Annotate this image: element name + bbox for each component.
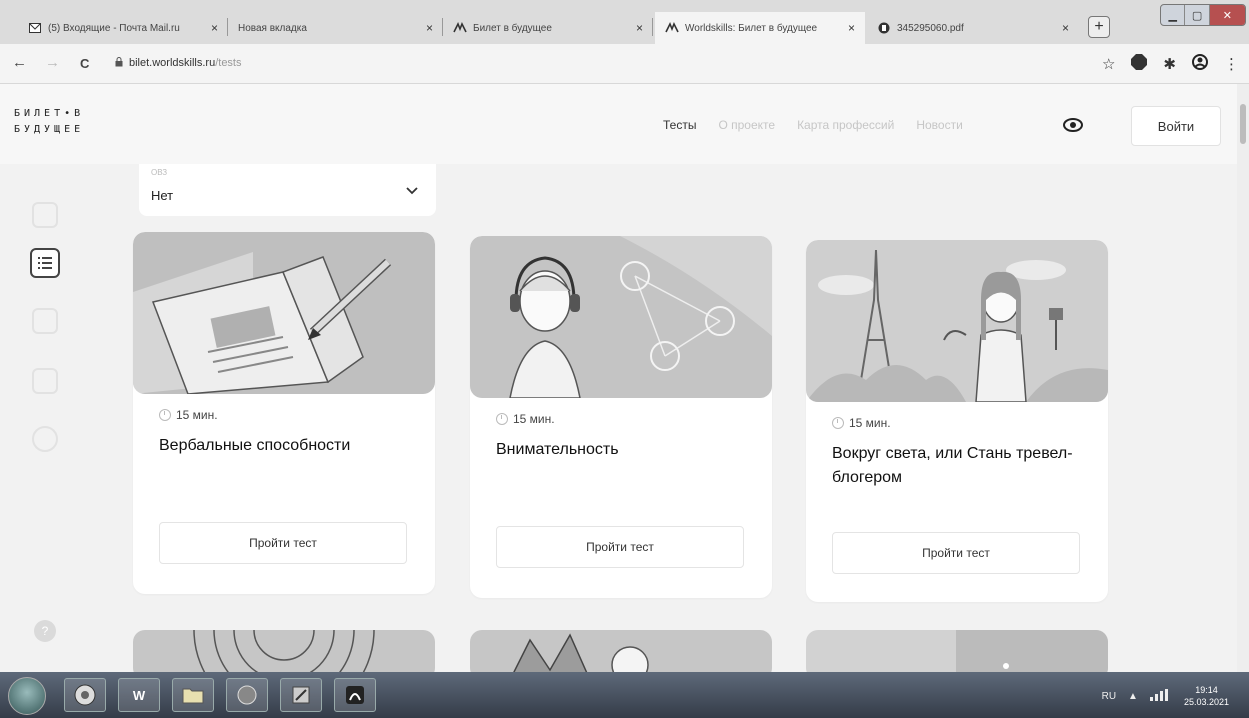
address-bar[interactable]: bilet.worldskills.ru /tests [115, 57, 242, 69]
browser-tab-worldskills[interactable]: Worldskills: Билет в будущее × [655, 12, 865, 44]
clock-icon [159, 409, 171, 421]
language-indicator[interactable]: RU [1102, 691, 1116, 702]
tool-app-icon[interactable] [280, 678, 322, 712]
window-close-icon[interactable]: ✕ [1209, 5, 1245, 25]
home-icon[interactable] [32, 202, 58, 228]
browser-tab-pdf[interactable]: 345295060.pdf × [867, 12, 1079, 44]
nav-tests[interactable]: Тесты [663, 118, 696, 132]
help-icon[interactable]: ? [34, 620, 56, 642]
scrollbar-thumb[interactable] [1240, 104, 1246, 144]
duration: 15 мин. [832, 416, 891, 430]
test-card-travel: 15 мин. Вокруг света, или Стань тревел-б… [806, 240, 1108, 602]
maximize-icon[interactable]: ▢ [1185, 5, 1210, 25]
browser-tab-bilet[interactable]: Билет в будущее × [443, 12, 653, 44]
worldskills-icon [665, 21, 679, 35]
os-taskbar: W RU ▲ 19:14 25.03.2021 [0, 672, 1249, 718]
close-icon[interactable]: × [848, 21, 855, 35]
test-card-next-2 [470, 630, 772, 672]
nav-news[interactable]: Новости [916, 118, 962, 132]
folder-app-icon[interactable] [172, 678, 214, 712]
close-icon[interactable]: × [426, 21, 433, 35]
forward-icon[interactable]: → [45, 54, 60, 71]
nav-about[interactable]: О проекте [718, 118, 775, 132]
site-logo[interactable]: БИЛЕТ•В БУДУЩЕЕ [14, 106, 84, 138]
site-viewport: БИЛЕТ•В БУДУЩЕЕ Тесты О проекте Карта пр… [0, 84, 1249, 672]
back-icon[interactable]: ← [12, 54, 27, 71]
lock-icon [115, 57, 123, 69]
nav-professions-map[interactable]: Карта профессий [797, 118, 894, 132]
browser-tab-bar: (5) Входящие - Почта Mail.ru × Новая вкл… [0, 0, 1249, 44]
page-scrollbar[interactable] [1237, 84, 1249, 672]
chart-icon[interactable] [32, 368, 58, 394]
url-path: /tests [215, 57, 242, 69]
filter-value: Нет [151, 188, 174, 203]
browser-tab-mail[interactable]: (5) Входящие - Почта Mail.ru × [18, 12, 228, 44]
start-test-button[interactable]: Пройти тест [832, 532, 1080, 574]
duration: 15 мин. [496, 412, 555, 426]
acrobat-app-icon[interactable] [334, 678, 376, 712]
media-app-icon[interactable] [226, 678, 268, 712]
reload-icon[interactable]: C [80, 56, 89, 71]
extensions-puzzle-icon[interactable]: ✱ [1163, 55, 1176, 73]
side-rail: ? [0, 164, 90, 672]
filter-label: ОВЗ [151, 168, 168, 177]
ovz-filter-select[interactable]: ОВЗ Нет [139, 164, 436, 216]
clock-icon [496, 413, 508, 425]
play-icon[interactable] [32, 426, 58, 452]
more-menu-icon[interactable]: ⋮ [1224, 55, 1239, 73]
bookmark-star-icon[interactable]: ☆ [1102, 55, 1115, 73]
chevron-down-icon [406, 184, 418, 198]
tab-label: (5) Входящие - Почта Mail.ru [48, 22, 180, 34]
close-icon[interactable]: × [211, 21, 218, 35]
tests-list-icon[interactable] [30, 248, 60, 278]
worldskills-icon [453, 21, 467, 35]
start-button[interactable] [8, 677, 46, 715]
accessibility-eye-icon[interactable] [1063, 118, 1083, 132]
network-icon[interactable] [1149, 688, 1172, 704]
start-test-button[interactable]: Пройти тест [159, 522, 407, 564]
main-nav: Тесты О проекте Карта профессий Новости [663, 118, 985, 132]
chrome-app-icon[interactable] [64, 678, 106, 712]
close-icon[interactable]: × [636, 21, 643, 35]
card-title: Вербальные способности [159, 437, 351, 454]
close-icon[interactable]: × [1062, 21, 1069, 35]
start-test-button[interactable]: Пройти тест [496, 526, 744, 568]
duration: 15 мин. [159, 408, 218, 422]
tab-label: Новая вкладка [238, 22, 307, 34]
word-app-icon[interactable]: W [118, 678, 160, 712]
system-tray: RU ▲ 19:14 25.03.2021 [1102, 684, 1229, 708]
card-title: Внимательность [496, 441, 619, 458]
tab-label: Worldskills: Билет в будущее [685, 22, 818, 34]
book-pencil-illustration [133, 232, 435, 394]
tab-label: Билет в будущее [473, 22, 552, 34]
window-controls: ▁ ▢ ✕ [1160, 4, 1246, 26]
browser-toolbar: ← → C bilet.worldskills.ru /tests ☆ ✱ ⋮ [0, 44, 1249, 84]
clock-icon [832, 417, 844, 429]
login-button[interactable]: Войти [1131, 106, 1221, 146]
minimize-icon[interactable]: ▁ [1161, 5, 1186, 25]
calendar-icon[interactable] [32, 308, 58, 334]
adblock-icon[interactable] [1131, 54, 1148, 74]
pdf-icon [877, 21, 891, 35]
mail-icon [28, 21, 42, 35]
headphones-person-illustration [470, 236, 772, 398]
test-card-verbal: 15 мин. Вербальные способности Пройти те… [133, 232, 435, 594]
test-card-next-1 [133, 630, 435, 672]
test-card-attention: 15 мин. Внимательность Пройти тест [470, 236, 772, 598]
system-clock[interactable]: 19:14 25.03.2021 [1184, 684, 1229, 708]
profile-icon[interactable] [1192, 54, 1208, 74]
new-tab-button[interactable]: + [1088, 16, 1110, 38]
test-card-next-3 [806, 630, 1108, 672]
eiffel-blogger-illustration [806, 240, 1108, 402]
browser-tab-new[interactable]: Новая вкладка × [228, 12, 443, 44]
tab-label: 345295060.pdf [897, 22, 964, 34]
tray-arrow-icon[interactable]: ▲ [1128, 691, 1138, 702]
toolbar-icons: ☆ ✱ ⋮ [1102, 54, 1239, 74]
card-title: Вокруг света, или Стань тревел-блогером [832, 445, 1073, 486]
site-header: БИЛЕТ•В БУДУЩЕЕ Тесты О проекте Карта пр… [0, 84, 1249, 164]
url-host: bilet.worldskills.ru [129, 57, 216, 69]
